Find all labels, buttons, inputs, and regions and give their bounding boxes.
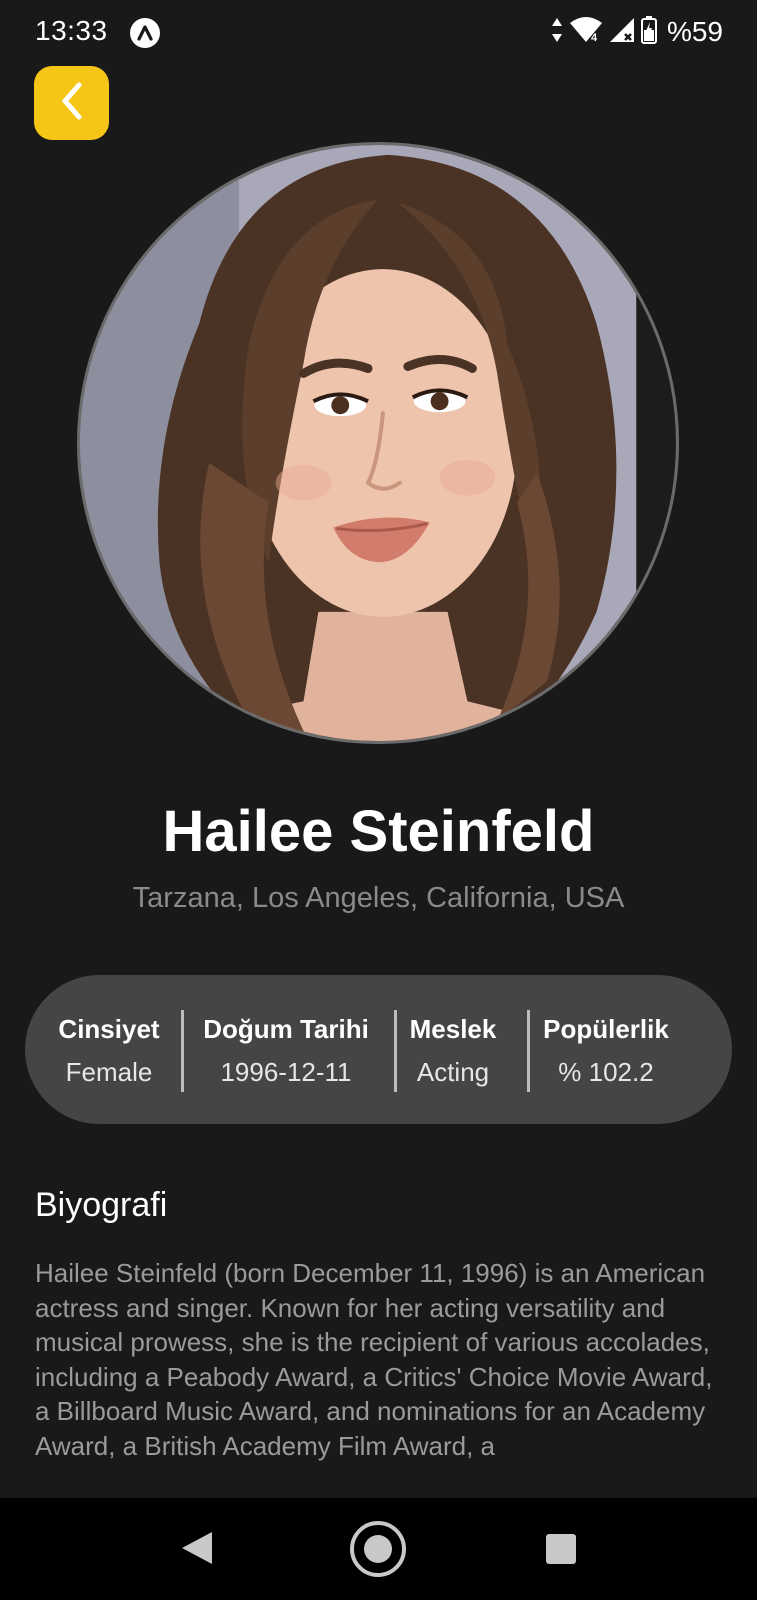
app-notification-icon: [130, 18, 160, 48]
info-divider: [394, 1010, 397, 1092]
status-bar: 13:33 4 %59: [0, 0, 757, 64]
biography-text: Hailee Steinfeld (born December 11, 1996…: [35, 1258, 713, 1461]
battery-charging-icon: [640, 15, 657, 49]
gender-value: Female: [65, 1057, 153, 1087]
navigation-bar: [0, 1498, 757, 1600]
gender-label: Cinsiyet: [58, 1014, 160, 1044]
job-label: Meslek: [409, 1014, 497, 1044]
profile-photo: [77, 142, 679, 744]
actor-name: Hailee Steinfeld: [162, 799, 595, 864]
birthday-label: Doğum Tarihi: [203, 1014, 369, 1044]
info-gender: Cinsiyet Female: [53, 975, 165, 1124]
back-triangle-icon[interactable]: [180, 1530, 214, 1571]
info-divider: [527, 1010, 530, 1092]
info-birthday: Doğum Tarihi 1996-12-11: [193, 975, 379, 1124]
info-popularity: Popülerlik % 102.2: [533, 975, 679, 1124]
popularity-label: Popülerlik: [543, 1014, 669, 1044]
status-icons: 4 %59: [551, 15, 723, 49]
data-arrows-icon: [551, 17, 563, 48]
back-button[interactable]: [34, 66, 109, 140]
svg-text:4: 4: [591, 32, 598, 44]
status-time: 13:33: [35, 15, 108, 46]
battery-percentage: %59: [666, 16, 723, 47]
wifi-icon: 4: [569, 16, 603, 49]
home-circle-icon[interactable]: [349, 1520, 407, 1583]
job-value: Acting: [416, 1057, 490, 1087]
signal-icon: [609, 16, 635, 49]
chevron-left-icon: [55, 81, 89, 126]
birth-place: Tarzana, Los Angeles, California, USA: [132, 882, 625, 914]
recents-square-icon[interactable]: [545, 1533, 577, 1570]
biography-title: Biyografi: [35, 1186, 168, 1224]
info-divider: [181, 1010, 184, 1092]
popularity-value: % 102.2: [558, 1057, 654, 1087]
birthday-value: 1996-12-11: [220, 1057, 352, 1087]
info-job: Meslek Acting: [403, 975, 503, 1124]
info-card: Cinsiyet Female Doğum Tarihi 1996-12-11 …: [25, 975, 732, 1124]
